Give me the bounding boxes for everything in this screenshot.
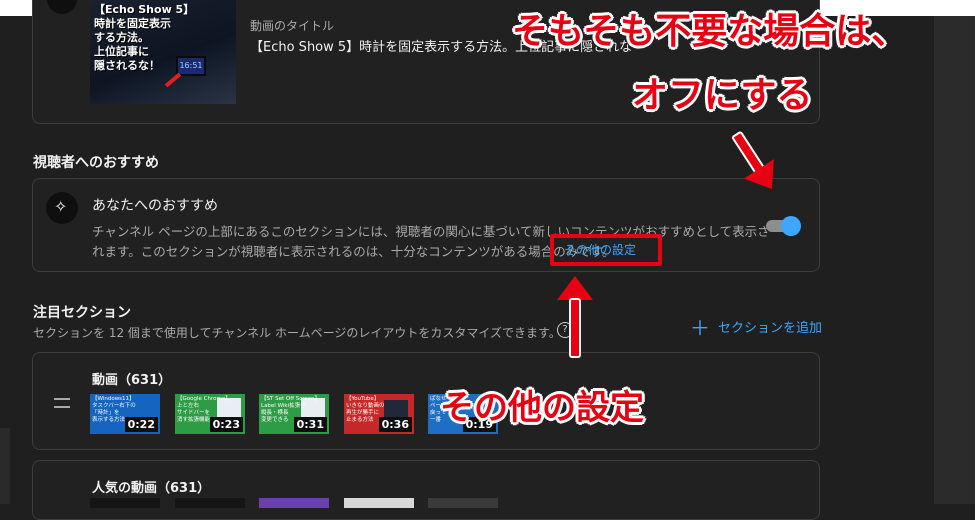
video-title-label: 動画のタイトル bbox=[250, 19, 335, 33]
shelf-title: 人気の動画（631） bbox=[92, 481, 211, 496]
arrow-head bbox=[557, 276, 593, 300]
shelf-thumbnail[interactable] bbox=[344, 498, 414, 508]
featured-sections-description: セクションを 12 個まで使用してチャンネル ホームページのレイアウトをカスタマ… bbox=[33, 326, 561, 340]
highlight-box bbox=[550, 234, 662, 266]
duration-badge: 0:31 bbox=[293, 417, 327, 432]
add-section-button[interactable]: ＋ セクションを追加 bbox=[690, 312, 822, 341]
video-thumbnail[interactable]: 【Echo Show 5】 時計を固定表示 する方法。 上位記事に 隠されるな！… bbox=[90, 0, 236, 104]
shelf-thumbnail[interactable]: 【Google Chrome】 上と左右 サイドバーを 消す拡張機能 0:23 bbox=[175, 394, 245, 434]
shelf-thumbnail[interactable]: 【Windows11】 タスクバー右下の 「時計」を 表示する方法 0:22 bbox=[90, 394, 160, 434]
plus-icon: ＋ bbox=[690, 316, 710, 340]
duration-badge: 0:36 bbox=[378, 417, 412, 432]
annotation-text: そもそも不要な場合は、 bbox=[512, 11, 908, 52]
shelf-thumbnail[interactable]: 【YouTube】 いきなり動画の 再生が勝手に 止まる方法 0:36 bbox=[344, 394, 414, 434]
annotation-text: その他の設定 bbox=[440, 388, 644, 428]
featured-sections-heading: 注目セクション bbox=[33, 305, 131, 321]
toggle-knob bbox=[781, 216, 801, 236]
duration-badge: 0:23 bbox=[209, 417, 243, 432]
sparkle-icon: ✧ bbox=[54, 197, 68, 216]
duration-badge: 0:22 bbox=[124, 417, 158, 432]
recommendations-toggle[interactable] bbox=[764, 216, 801, 236]
recommendation-title: あなたへのおすすめ bbox=[92, 198, 218, 214]
right-scroll-gutter[interactable] bbox=[934, 16, 975, 504]
thumbnail-arrow bbox=[164, 72, 182, 88]
arrow-shaft bbox=[569, 298, 581, 358]
drag-handle-icon[interactable] bbox=[54, 398, 70, 408]
recommendation-description: チャンネル ページの上部にあるこのセクションには、視聴者の関心に基づいて新しいコ… bbox=[92, 224, 770, 259]
annotation-text: オフにする bbox=[632, 75, 813, 116]
shelf-thumbnail[interactable]: 【ST Set Off Screen】 Label Wiki拡張子 縦長・横長 … bbox=[259, 394, 329, 434]
shelf-thumbnail[interactable] bbox=[175, 498, 245, 508]
annotation-arrow-up-icon bbox=[555, 276, 595, 358]
left-edge-panel bbox=[0, 428, 10, 504]
shelf-title: 動画（631） bbox=[92, 373, 172, 388]
shelf-thumbnail[interactable] bbox=[428, 498, 498, 508]
shelf-thumbnail[interactable] bbox=[90, 498, 160, 508]
add-section-label: セクションを追加 bbox=[718, 321, 823, 336]
thumbnail-device-screen: 16:51 bbox=[176, 56, 206, 76]
shelf-thumbnail[interactable] bbox=[259, 498, 329, 508]
recommendation-icon-badge: ✧ bbox=[46, 192, 78, 224]
recommendations-heading: 視聴者へのおすすめ bbox=[33, 155, 159, 171]
